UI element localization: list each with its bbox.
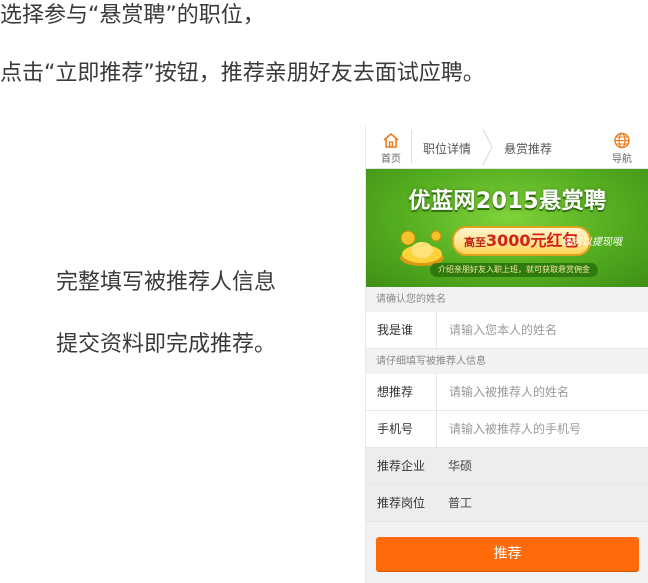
top-navigation-bar: 首页 职位详情 悬赏推荐 导航 (366, 126, 648, 169)
nav-label: 导航 (612, 154, 632, 165)
divider (411, 130, 412, 164)
position-value: 普工 (448, 496, 473, 510)
home-button[interactable]: 首页 (376, 132, 406, 166)
section-referee-info: 请仔细填写被推荐人信息 (366, 350, 648, 374)
gold-ingot-icon (400, 230, 444, 266)
form-row-company: 推荐企业 华硕 (366, 448, 648, 485)
company-value: 华硕 (448, 459, 473, 473)
breadcrumb-job-detail[interactable]: 职位详情 (423, 140, 471, 157)
recommend-button[interactable]: 推荐 (376, 537, 639, 571)
banner-tagline: 还可以提现哦 (562, 237, 622, 248)
instruction-line-2: 点击“立即推荐”按钮，推荐亲朋好友去面试应聘。 (0, 61, 485, 86)
form-row-referee-name: 想推荐 请输入被推荐人的姓名 (366, 374, 648, 411)
field-label: 推荐岗位 (377, 496, 426, 510)
referee-phone-input[interactable]: 请输入被推荐人的手机号 (436, 411, 648, 447)
referee-name-input[interactable]: 请输入被推荐人的姓名 (436, 374, 648, 410)
field-label: 我是谁 (377, 323, 414, 337)
nav-button[interactable]: 导航 (607, 132, 637, 166)
description-line-1: 完整填写被推荐人信息 (56, 270, 277, 295)
home-icon (383, 133, 399, 148)
globe-icon (614, 132, 630, 149)
reward-prefix: 高至 (464, 236, 486, 249)
breadcrumb-chevron-icon (482, 128, 493, 166)
field-label: 想推荐 (377, 385, 414, 399)
section-confirm-name: 请确认您的姓名 (366, 288, 648, 312)
promo-banner: 优蓝网2015悬赏聘 高至3000元红包 还可以提现哦 介绍亲朋好友入职上班，就… (366, 169, 648, 287)
field-label: 推荐企业 (377, 459, 426, 473)
breadcrumb-current: 悬赏推荐 (504, 142, 553, 156)
self-name-input[interactable]: 请输入您本人的姓名 (436, 312, 648, 348)
form-row-self-name: 我是谁 请输入您本人的姓名 (366, 312, 648, 349)
form-row-phone: 手机号 请输入被推荐人的手机号 (366, 411, 648, 448)
banner-title: 优蓝网2015悬赏聘 (408, 189, 607, 214)
phone-mockup: 首页 职位详情 悬赏推荐 导航 优蓝网2015悬赏聘 高至3000元红包 还可以… (365, 126, 648, 583)
field-label: 手机号 (377, 422, 414, 436)
form-row-position: 推荐岗位 普工 (366, 485, 648, 522)
instruction-line-1: 选择参与“悬赏聘”的职位， (0, 3, 265, 28)
description-line-2: 提交资料即完成推荐。 (56, 332, 277, 357)
home-label: 首页 (381, 154, 401, 165)
banner-strip: 介绍亲朋好友入职上班，就可获取悬赏佣金 (430, 263, 598, 277)
